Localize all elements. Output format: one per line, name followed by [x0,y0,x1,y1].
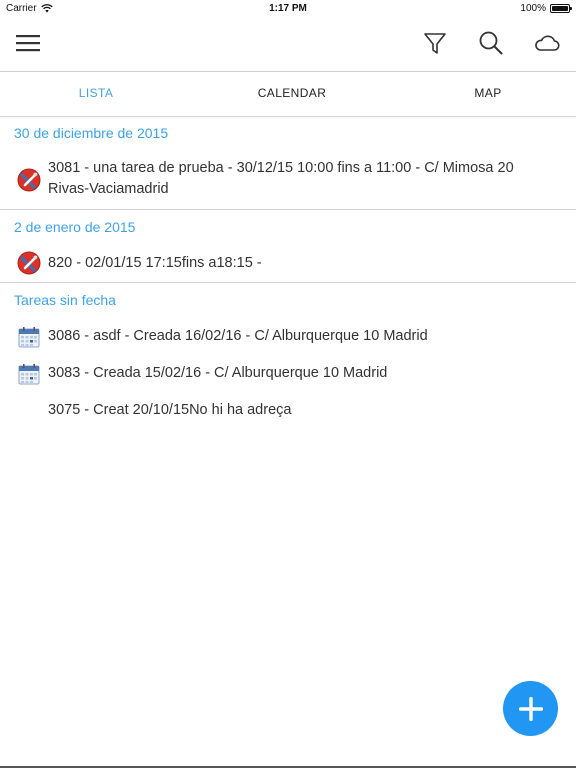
view-tabs: LISTA CALENDAR MAP [0,72,576,117]
battery-icon [550,4,572,13]
item-text: 820 - 02/01/15 17:15fins a18:15 - [48,255,262,271]
list-item[interactable]: 3075 - Creat 20/10/15No hi ha adreça [0,392,576,429]
battery-percent: 100% [520,3,546,14]
filter-button[interactable] [420,28,450,58]
cloud-icon [535,35,560,51]
list-item[interactable]: 3083 - Creada 15/02/16 - C/ Alburquerque… [0,355,576,392]
section-header: 2 de enero de 2015 [14,219,136,235]
menu-button[interactable] [13,28,43,58]
item-text: 3086 - asdf - Creada 16/02/16 - C/ Albur… [48,328,428,344]
section-divider [0,282,576,283]
section-header: 30 de diciembre de 2015 [14,125,169,141]
search-button[interactable] [476,28,506,58]
menu-icon [16,35,40,52]
plus-icon [518,696,543,721]
tab-map[interactable]: MAP [392,72,576,116]
tab-lista[interactable]: LISTA [0,72,192,116]
filter-icon [424,33,446,54]
status-bar: Carrier 1:17 PM 100% [0,0,576,18]
status-time: 1:17 PM [269,3,307,14]
section-divider [0,209,576,210]
section-header: Tareas sin fecha [14,292,116,308]
list-item[interactable]: 820 - 02/01/15 17:15fins a18:15 - [0,245,576,281]
item-text: 3083 - Creada 15/02/16 - C/ Alburquerque… [48,365,388,381]
add-task-button[interactable] [503,681,558,736]
repair-tools-icon [17,251,41,275]
list-item[interactable]: 3086 - asdf - Creada 16/02/16 - C/ Albur… [0,318,576,355]
calendar-icon [18,364,40,385]
list-item[interactable]: 3081 - una tarea de prueba - 30/12/15 10… [0,151,576,209]
repair-tools-icon [17,168,41,192]
battery-indicator: 100% [520,3,572,14]
cloud-button[interactable] [532,28,562,58]
calendar-icon [18,327,40,348]
toolbar [0,18,576,72]
item-text: 3075 - Creat 20/10/15No hi ha adreça [48,402,292,418]
tab-calendar[interactable]: CALENDAR [192,72,392,116]
search-icon [479,31,503,55]
item-text: 3081 - una tarea de prueba - 30/12/15 10… [48,160,514,197]
